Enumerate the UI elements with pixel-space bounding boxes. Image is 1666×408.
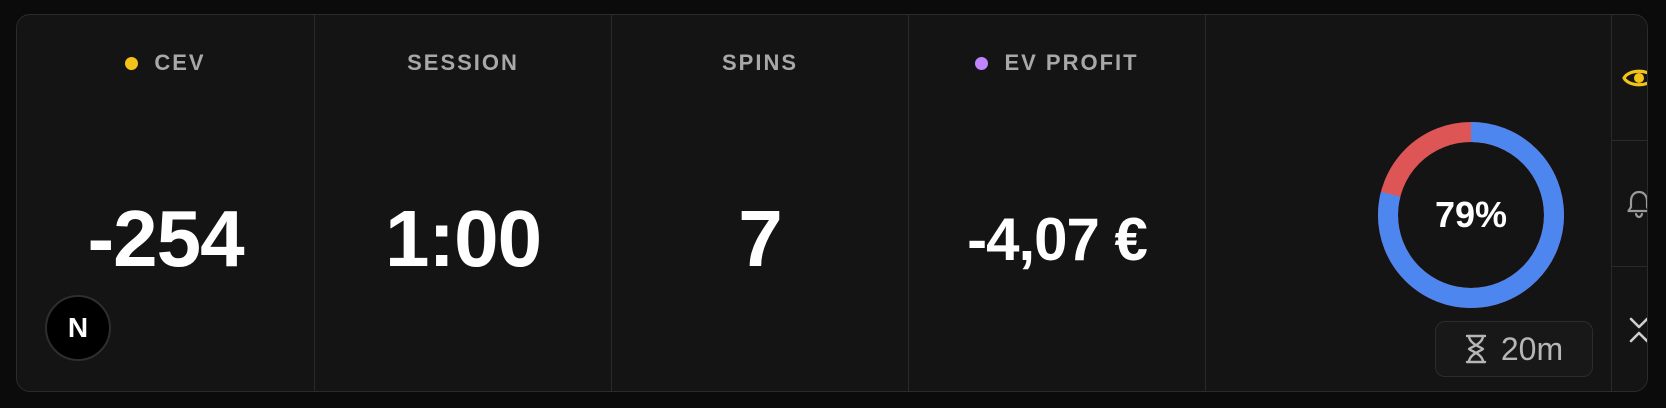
stat-ev-profit: EV PROFIT -4,07 €	[909, 15, 1206, 391]
hourglass-icon	[1465, 334, 1487, 364]
collapse-icon	[1629, 317, 1647, 343]
spins-value: 7	[738, 194, 783, 283]
cev-dot-icon	[125, 56, 139, 70]
progress-donut: 79%	[1371, 115, 1571, 315]
donut-percent: 79%	[1434, 194, 1508, 235]
stat-session: SESSION 1:00	[315, 15, 612, 391]
ev-profit-dot-icon	[975, 56, 989, 70]
collapse-button[interactable]	[1612, 267, 1647, 391]
session-value: 1:00	[384, 194, 542, 283]
logo-letter: N	[67, 312, 89, 343]
stat-spins: SPINS 7	[612, 15, 909, 391]
cev-value: -254	[87, 194, 244, 283]
spins-label: SPINS	[721, 50, 799, 75]
visibility-toggle-button[interactable]	[1612, 15, 1647, 141]
timer-badge[interactable]: 20m	[1435, 321, 1593, 377]
app-logo-badge[interactable]: N	[45, 295, 111, 361]
cev-label-text: CEV	[154, 50, 206, 75]
ev-profit-value: -4,07 €	[967, 205, 1148, 273]
ev-profit-label: EV PROFIT	[909, 49, 1205, 77]
notifications-button[interactable]	[1612, 141, 1647, 267]
ev-profit-label-text: EV PROFIT	[1004, 50, 1139, 75]
stat-cev-label: CEV	[17, 49, 314, 77]
stat-cev: CEV -254 N	[17, 15, 315, 391]
stats-panel: CEV -254 N SESSION 1:00 SPINS 7 EV PROFI…	[16, 14, 1648, 392]
timer-label: 20m	[1500, 330, 1564, 367]
session-label: SESSION	[407, 50, 519, 75]
side-controls	[1611, 15, 1647, 391]
bell-icon	[1626, 190, 1647, 218]
eye-icon	[1621, 69, 1647, 86]
